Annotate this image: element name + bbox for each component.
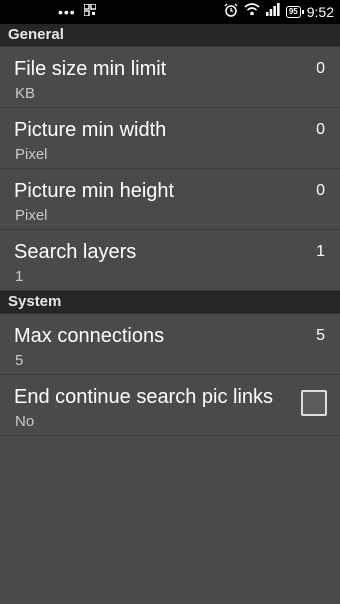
pref-title: Search layers (14, 241, 137, 263)
pref-max-connections[interactable]: Max connections 5 5 (0, 314, 340, 375)
pref-value: 5 (316, 327, 325, 344)
pref-picture-min-width[interactable]: Picture min width Pixel 0 (0, 108, 340, 169)
pref-title: Picture min width (14, 119, 167, 141)
pref-picture-min-height[interactable]: Picture min height Pixel 0 (0, 169, 340, 230)
pref-summary: No (15, 413, 35, 430)
status-bar: ••• 95 9:52 (0, 0, 340, 24)
pref-title: File size min limit (14, 58, 167, 80)
pref-summary: Pixel (15, 207, 48, 224)
pref-value: 0 (316, 121, 325, 138)
pref-search-layers[interactable]: Search layers 1 1 (0, 230, 340, 291)
wifi-icon (244, 3, 260, 21)
pref-end-continue-search-pic-links[interactable]: End continue search pic links No (0, 375, 340, 436)
overflow-dots-icon: ••• (58, 4, 76, 20)
section-header-system: System (0, 291, 340, 314)
pref-summary: 5 (15, 352, 24, 369)
pref-title: Max connections (14, 325, 165, 347)
status-bar-right: 95 9:52 (224, 3, 334, 21)
status-bar-left: ••• (58, 3, 97, 21)
battery-icon: 95 (285, 6, 304, 18)
pref-value: 0 (316, 60, 325, 77)
pref-file-size-min-limit[interactable]: File size min limit KB 0 (0, 47, 340, 108)
section-header-general: General (0, 24, 340, 47)
signal-icon (265, 3, 280, 21)
pref-summary: 1 (15, 268, 24, 285)
pref-summary: KB (15, 85, 36, 102)
pref-summary: Pixel (15, 146, 48, 163)
pref-title: End continue search pic links (14, 386, 274, 408)
qr-icon (83, 3, 97, 21)
alarm-icon (224, 3, 238, 22)
pref-value: 1 (316, 243, 325, 260)
clock: 9:52 (306, 4, 334, 20)
pref-title: Picture min height (14, 180, 175, 202)
pref-value: 0 (316, 182, 325, 199)
end-continue-search-checkbox[interactable] (301, 390, 327, 416)
